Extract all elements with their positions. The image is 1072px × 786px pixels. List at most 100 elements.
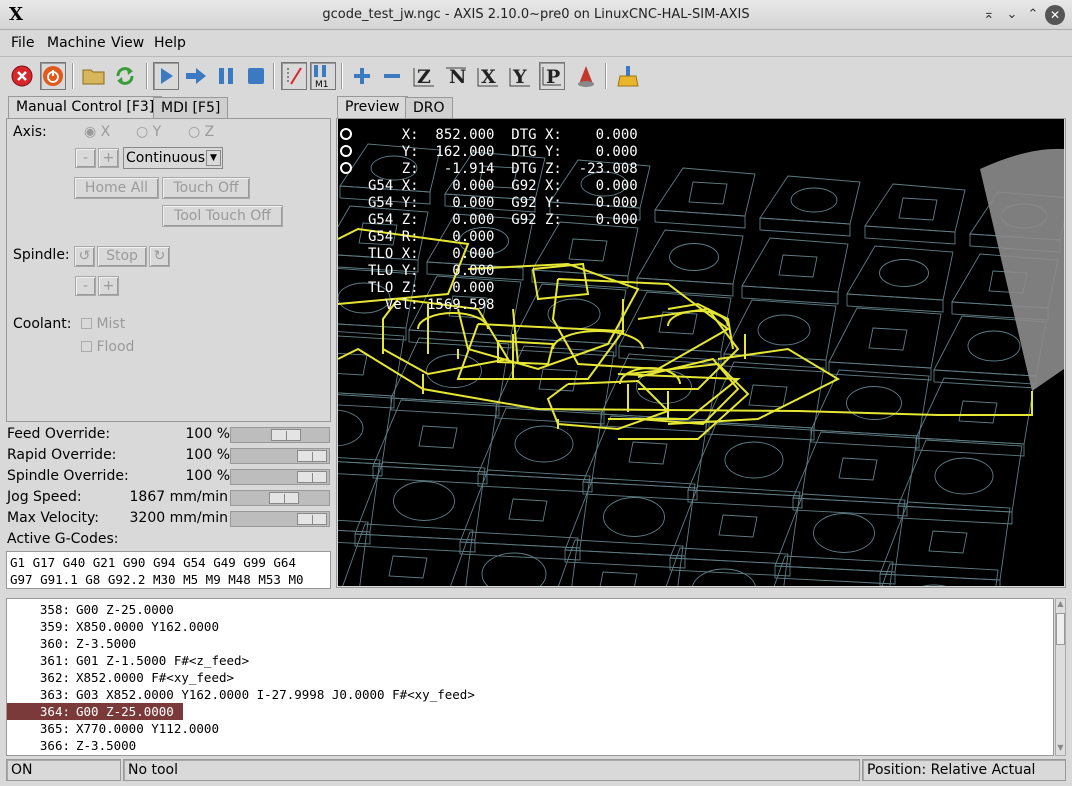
menu-machine[interactable]: Machine <box>47 35 106 53</box>
spindle-override-value: 100 % <box>185 468 230 484</box>
scroll-down-icon[interactable]: ▼ <box>1056 743 1065 755</box>
jog-speed-slider[interactable] <box>230 490 330 506</box>
view-y-icon[interactable]: Y <box>507 62 533 90</box>
tab-dro[interactable]: DRO <box>405 97 453 119</box>
code-line[interactable]: 365: X770.0000 Y112.0000 <box>7 720 219 737</box>
dro-row: G54 R: 0.000 <box>368 229 495 245</box>
max-velocity-slider[interactable] <box>230 511 330 527</box>
tab-mdi[interactable]: MDI [F5] <box>153 97 229 119</box>
toolpath-preview[interactable]: X: 852.000 DTG X: 0.000 Y: 162.000 DTG Y… <box>338 119 1064 586</box>
coolant-label: Coolant: <box>13 316 72 332</box>
feed-override-slider[interactable] <box>230 427 330 443</box>
run-icon[interactable] <box>153 62 179 90</box>
stock-outline <box>792 497 908 517</box>
checkbox-icon <box>81 318 92 329</box>
code-line[interactable]: 364: G00 Z-25.0000 <box>7 703 183 720</box>
clear-plot-icon[interactable] <box>615 62 641 90</box>
spindle-forward-button[interactable]: ↻ <box>149 246 170 267</box>
rapid-override-slider[interactable] <box>230 448 330 464</box>
jog-plus-button[interactable]: + <box>98 148 119 168</box>
home-all-button[interactable]: Home All <box>74 177 159 199</box>
spindle-reverse-button[interactable]: ↺ <box>74 246 95 267</box>
view-p-icon[interactable]: P <box>539 62 565 90</box>
jog-mode-select[interactable]: Continuous ▼ <box>123 147 223 169</box>
stock-outline <box>564 549 686 569</box>
reload-icon[interactable] <box>112 62 138 90</box>
shade-icon[interactable]: ⌅ <box>980 6 998 24</box>
code-line[interactable]: 363: G03 X852.0000 Y162.0000 I-27.9998 J0… <box>7 686 475 703</box>
step-icon[interactable] <box>183 62 209 90</box>
code-line-number: 358: <box>39 602 70 617</box>
axis-x-radio[interactable]: ◉ X <box>84 124 110 140</box>
menu-help[interactable]: Help <box>154 35 186 53</box>
spindle-override-slider[interactable] <box>230 469 330 485</box>
view-x-icon[interactable]: X <box>475 62 501 90</box>
homed-marker-icon <box>340 162 352 174</box>
window-title: gcode_test_jw.ngc - AXIS 2.10.0~pre0 on … <box>322 7 750 22</box>
jog-minus-button[interactable]: - <box>75 148 96 168</box>
stock-outline <box>599 571 638 586</box>
stock-outline <box>810 369 930 437</box>
stock-outline <box>846 245 954 301</box>
program-text[interactable]: 358: G00 Z-25.0000 359: X850.0000 Y162.0000… <box>6 598 1054 756</box>
zoom-in-icon[interactable] <box>349 62 375 90</box>
open-file-icon[interactable] <box>81 62 107 90</box>
slider-handle[interactable] <box>297 471 327 483</box>
close-icon[interactable]: ✕ <box>1045 5 1065 25</box>
code-line-number: 359: <box>39 619 70 634</box>
slider-handle[interactable] <box>271 429 301 441</box>
view-z-icon[interactable]: Z <box>411 62 437 90</box>
code-line-number: 363: <box>39 687 70 702</box>
spindle-minus-button[interactable]: - <box>75 276 96 296</box>
code-line[interactable]: 361: G01 Z-1.5000 F#<z_feed> <box>7 652 249 669</box>
stock-outline <box>897 505 1013 525</box>
axis-z-radio[interactable]: ○ Z <box>188 124 214 140</box>
power-icon[interactable] <box>40 62 66 90</box>
stock-outline <box>477 407 603 481</box>
estop-icon[interactable] <box>9 62 35 90</box>
zoom-out-icon[interactable] <box>379 62 405 90</box>
stock-outline <box>915 377 1035 445</box>
block-delete-icon[interactable] <box>281 62 307 90</box>
menu-file[interactable]: File <box>11 35 34 53</box>
stock-outline <box>388 555 428 579</box>
optional-stop-icon[interactable]: M1 <box>310 62 336 90</box>
stock-outline <box>477 473 593 493</box>
axis-y-radio[interactable]: ○ Y <box>136 124 161 140</box>
rapid-override-value: 100 % <box>185 447 230 463</box>
code-line[interactable]: 366: Z-3.5000 <box>7 737 136 754</box>
jog-speed-value: 1867 mm/min <box>129 489 228 505</box>
scroll-thumb[interactable] <box>1056 613 1065 645</box>
stock-outline <box>654 167 756 217</box>
minimize-icon[interactable]: ⌄ <box>1003 6 1021 24</box>
stop-icon[interactable] <box>243 62 269 90</box>
code-line[interactable]: 358: G00 Z-25.0000 <box>7 601 174 618</box>
touch-off-button[interactable]: Touch Off <box>162 177 250 199</box>
pause-icon[interactable] <box>213 62 239 90</box>
dro-row: G54 Y: 0.000 G92 Y: 0.000 <box>368 195 638 211</box>
vertical-scrollbar[interactable]: ▲ ▼ <box>1055 598 1066 756</box>
slider-handle[interactable] <box>297 450 327 462</box>
spindle-plus-button[interactable]: + <box>98 276 119 296</box>
code-line[interactable]: 360: Z-3.5000 <box>7 635 136 652</box>
spindle-stop-button[interactable]: Stop <box>97 246 147 267</box>
maximize-icon[interactable]: ⌃ <box>1024 6 1042 24</box>
slider-handle[interactable] <box>297 513 327 525</box>
stock-outline <box>741 285 839 305</box>
active-gcodes-line: G1 G17 G40 G21 G90 G94 G54 G49 G99 G64 <box>10 555 296 570</box>
view-z2-icon[interactable]: N <box>443 62 469 90</box>
rotate-icon[interactable] <box>573 62 599 90</box>
tool-touch-off-button[interactable]: Tool Touch Off <box>162 205 283 227</box>
tab-manual-control[interactable]: Manual Control [F3] <box>8 96 163 119</box>
code-line[interactable]: 359: X850.0000 Y162.0000 <box>7 618 219 635</box>
mist-checkbox[interactable]: Mist <box>81 316 125 332</box>
active-gcodes-box[interactable]: G1 G17 G40 G21 G90 G94 G54 G49 G99 G64 G9… <box>6 551 331 589</box>
stock-outline <box>748 384 788 408</box>
code-line[interactable]: 362: X852.0000 F#<xy_feed> <box>7 669 234 686</box>
stock-outline <box>636 229 744 285</box>
tab-preview[interactable]: Preview <box>337 96 408 119</box>
flood-checkbox[interactable]: Flood <box>81 339 134 355</box>
slider-handle[interactable] <box>269 492 299 504</box>
menu-view[interactable]: View <box>111 35 144 53</box>
scroll-up-icon[interactable]: ▲ <box>1056 599 1065 611</box>
